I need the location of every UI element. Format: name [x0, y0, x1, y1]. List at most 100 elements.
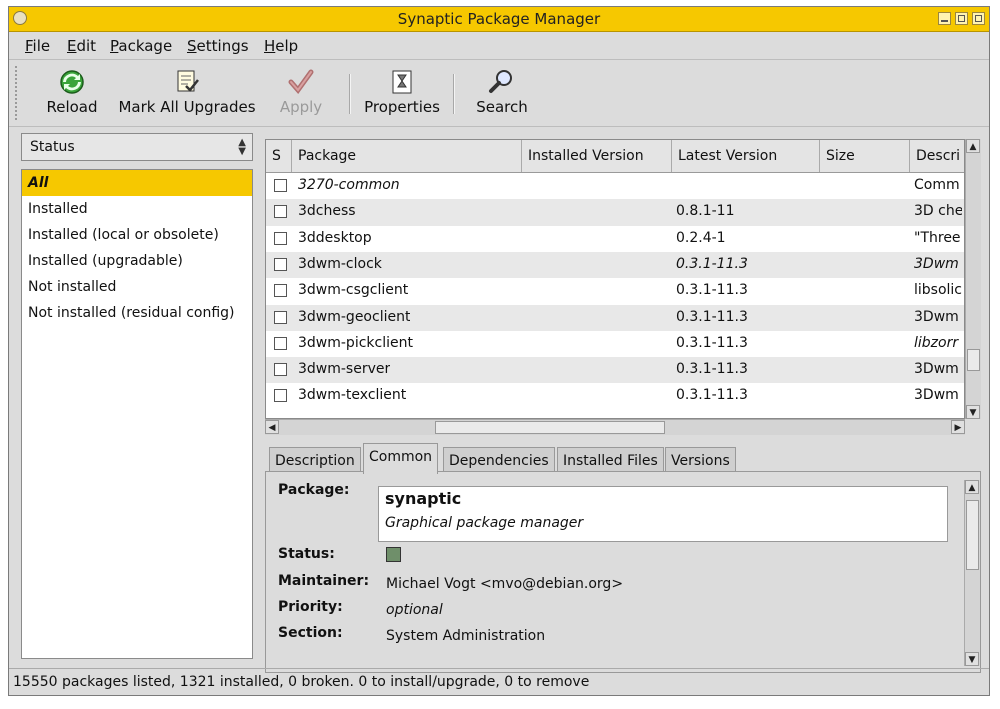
menu-edit[interactable]: Edit	[67, 37, 96, 55]
tab-installed-files[interactable]: Installed Files	[557, 447, 664, 473]
menu-settings[interactable]: Settings	[187, 37, 249, 55]
apply-label: Apply	[279, 98, 323, 116]
scroll-down-arrow-icon[interactable]: ▼	[966, 405, 980, 419]
row-package-name: 3dwm-texclient	[298, 387, 407, 404]
scroll-thumb[interactable]	[435, 421, 665, 434]
filter-item-installed-local[interactable]: Installed (local or obsolete)	[22, 222, 252, 248]
menu-package[interactable]: Package	[110, 37, 172, 55]
row-package-name: 3dchess	[298, 203, 356, 220]
common-tab-panel: Package: synaptic Graphical package mana…	[265, 471, 981, 673]
reload-icon	[60, 70, 84, 94]
row-description: libzorr	[914, 334, 959, 351]
minimize-button[interactable]	[938, 12, 951, 25]
status-indicator-icon	[386, 547, 401, 562]
toolbar-separator	[453, 74, 455, 114]
package-summary: Graphical package manager	[385, 515, 584, 531]
search-icon	[489, 70, 512, 93]
row-package-name: 3ddesktop	[298, 229, 372, 246]
table-row[interactable]: 3dchess 0.8.1-11 3D che	[266, 199, 964, 226]
minimize-icon	[941, 20, 948, 22]
table-row[interactable]: 3dwm-csgclient 0.3.1-11.3 libsolic	[266, 278, 964, 304]
table-row[interactable]: 3dwm-server 0.3.1-11.3 3Dwm	[266, 357, 964, 384]
column-header-latest-version[interactable]: Latest Version	[672, 140, 820, 172]
search-button[interactable]: Search	[467, 64, 537, 124]
menu-help[interactable]: Help	[264, 37, 298, 55]
apply-button[interactable]: Apply	[271, 64, 331, 124]
status-bar: 15550 packages listed, 1321 installed, 0…	[9, 668, 989, 695]
reload-label: Reload	[46, 98, 98, 116]
row-package-name: 3dwm-clock	[298, 255, 382, 272]
title-bar: Synaptic Package Manager	[9, 7, 989, 32]
column-header-package[interactable]: Package	[292, 140, 522, 172]
toolbar: Reload Mark All Upgrades Apply Propertie…	[9, 59, 989, 127]
table-row[interactable]: 3ddesktop 0.2.4-1 "Three	[266, 226, 964, 252]
column-header-description[interactable]: Descri	[910, 140, 964, 172]
column-header-size[interactable]: Size	[820, 140, 910, 172]
menu-file[interactable]: File	[25, 37, 50, 55]
row-latest-version: 0.8.1-11	[676, 203, 735, 220]
menu-bar: File Edit Package Settings Help	[9, 32, 989, 58]
synaptic-window: Synaptic Package Manager File Edit Packa…	[8, 6, 990, 696]
mark-all-upgrades-button[interactable]: Mark All Upgrades	[117, 64, 257, 124]
table-header: S Package Installed Version Latest Versi…	[266, 140, 964, 173]
row-checkbox[interactable]	[274, 336, 287, 350]
column-header-status[interactable]: S	[266, 140, 292, 172]
filter-item-residual-config[interactable]: Not installed (residual config)	[22, 300, 252, 326]
filter-item-installed[interactable]: Installed	[22, 196, 252, 222]
window-title: Synaptic Package Manager	[397, 10, 601, 28]
row-description: Comm	[914, 177, 960, 193]
details-vertical-scrollbar[interactable]: ▲ ▼	[964, 480, 980, 666]
row-checkbox[interactable]	[274, 231, 287, 245]
filter-item-not-installed[interactable]: Not installed	[22, 274, 252, 300]
updown-arrows-icon: ▲ ▼	[238, 137, 246, 157]
row-checkbox[interactable]	[274, 205, 287, 219]
scroll-right-arrow-icon[interactable]: ▶	[951, 420, 965, 434]
filter-category-value: Status	[30, 139, 75, 155]
table-row[interactable]: 3dwm-geoclient 0.3.1-11.3 3Dwm	[266, 304, 964, 331]
table-row[interactable]: 3dwm-pickclient 0.3.1-11.3 libzorr	[266, 331, 964, 357]
reload-button[interactable]: Reload	[39, 64, 105, 124]
package-table: S Package Installed Version Latest Versi…	[265, 139, 965, 419]
row-checkbox[interactable]	[274, 179, 287, 192]
filter-item-all[interactable]: All	[22, 170, 252, 196]
maintainer-value: Michael Vogt <mvo@debian.org>	[386, 576, 624, 592]
row-description: 3D che	[914, 203, 962, 220]
table-vertical-scrollbar[interactable]: ▲ ▼	[965, 139, 981, 419]
tab-common[interactable]: Common	[363, 443, 439, 474]
tab-versions[interactable]: Versions	[665, 447, 736, 473]
status-bar-text: 15550 packages listed, 1321 installed, 0…	[13, 674, 590, 690]
mark-all-upgrades-label: Mark All Upgrades	[118, 98, 256, 116]
scroll-down-arrow-icon[interactable]: ▼	[965, 652, 979, 666]
column-header-installed-version[interactable]: Installed Version	[522, 140, 672, 172]
tab-dependencies[interactable]: Dependencies	[443, 447, 555, 473]
row-latest-version: 0.3.1-11.3	[676, 387, 748, 404]
scroll-up-arrow-icon[interactable]: ▲	[965, 480, 979, 494]
table-row[interactable]: 3dwm-texclient 0.3.1-11.3 3Dwm	[266, 383, 964, 409]
tab-description[interactable]: Description	[269, 447, 361, 473]
row-package-name: 3270-common	[298, 177, 400, 193]
toolbar-grip[interactable]	[15, 66, 23, 120]
scroll-left-arrow-icon[interactable]: ◀	[265, 420, 279, 434]
row-description: "Three	[914, 229, 961, 246]
row-description: 3Dwm	[914, 387, 959, 404]
section-label: Section:	[278, 625, 343, 641]
table-row[interactable]: 3dwm-clock 0.3.1-11.3 3Dwm	[266, 251, 964, 279]
scroll-thumb[interactable]	[966, 500, 979, 570]
maximize-button[interactable]	[955, 12, 968, 25]
table-horizontal-scrollbar[interactable]: ◀ ▶	[265, 419, 965, 435]
row-checkbox[interactable]	[274, 284, 287, 298]
properties-button[interactable]: Properties	[361, 64, 443, 124]
row-checkbox[interactable]	[274, 310, 287, 324]
row-checkbox[interactable]	[274, 363, 287, 377]
close-button[interactable]	[972, 12, 985, 25]
filter-item-installed-upgradable[interactable]: Installed (upgradable)	[22, 248, 252, 274]
scroll-thumb[interactable]	[967, 349, 980, 371]
filter-category-select[interactable]: Status ▲ ▼	[21, 133, 253, 161]
row-checkbox[interactable]	[274, 257, 287, 271]
filter-list: All Installed Installed (local or obsole…	[21, 169, 253, 659]
row-checkbox[interactable]	[274, 389, 287, 403]
row-package-name: 3dwm-pickclient	[298, 334, 413, 351]
priority-value: optional	[386, 602, 443, 618]
table-row[interactable]: 3270-common Comm	[266, 173, 964, 199]
scroll-up-arrow-icon[interactable]: ▲	[966, 139, 980, 153]
